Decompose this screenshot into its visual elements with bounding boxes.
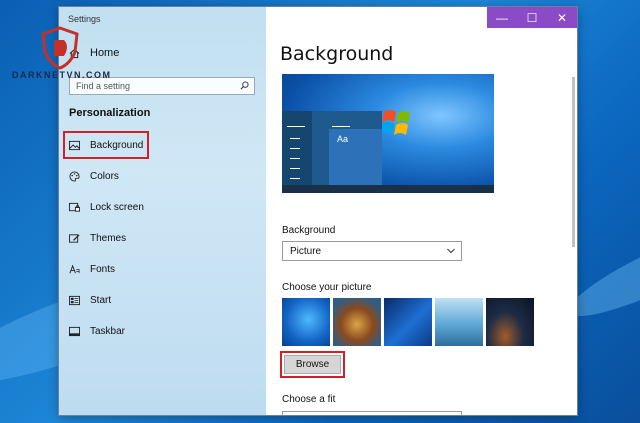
watermark: DARKNETVN.COM (12, 26, 112, 82)
picture-icon (69, 140, 80, 150)
main-content: Background Aa Background Picture Choose … (266, 7, 577, 415)
preview-tile-text: Aa (337, 134, 349, 144)
sidebar-item-background[interactable]: Background (62, 131, 150, 159)
section-title: Personalization (69, 107, 151, 119)
background-label: Background (282, 225, 336, 236)
chevron-down-icon (447, 248, 455, 254)
picture-thumbnail[interactable] (384, 298, 432, 346)
choose-picture-label: Choose your picture (282, 282, 372, 293)
picture-thumbnails (282, 298, 534, 346)
picture-thumbnail[interactable] (486, 298, 534, 346)
sidebar-item-label: Themes (90, 232, 127, 244)
scrollbar[interactable] (572, 77, 575, 247)
sidebar-item-taskbar[interactable]: Taskbar (69, 323, 125, 339)
preview-line (290, 168, 300, 169)
preview-line (290, 158, 300, 159)
picture-thumbnail[interactable] (435, 298, 483, 346)
background-preview: Aa (282, 74, 494, 193)
search-icon (240, 81, 249, 90)
choose-fit-label: Choose a fit (282, 394, 336, 405)
sidebar-item-label: Start (90, 294, 112, 306)
fit-dropdown[interactable] (282, 411, 462, 415)
preview-line (290, 178, 300, 179)
sidebar-item-fonts[interactable]: Fonts (69, 261, 115, 277)
start-icon (69, 295, 80, 305)
palette-icon (69, 170, 80, 182)
preview-line (287, 126, 305, 127)
shield-logo-icon (41, 26, 79, 70)
search-placeholder: Find a setting (76, 81, 131, 91)
windows-logo-icon (382, 110, 410, 135)
preview-tile: Aa (329, 129, 382, 185)
fonts-icon (69, 264, 80, 273)
page-title: Background (280, 43, 394, 65)
picture-thumbnail[interactable] (333, 298, 381, 346)
sidebar-item-label: Taskbar (90, 325, 126, 337)
sidebar-item-label: Background (90, 139, 144, 151)
browse-button[interactable]: Browse (280, 351, 345, 378)
settings-window: Settings Home Find a setting Personaliza… (59, 7, 577, 415)
sidebar-item-start[interactable]: Start (69, 292, 111, 308)
preview-taskbar (282, 185, 494, 193)
themes-icon (69, 233, 80, 243)
sidebar-item-lock-screen[interactable]: Lock screen (69, 199, 144, 215)
lock-screen-icon (69, 202, 80, 212)
preview-line (290, 138, 300, 139)
picture-thumbnail[interactable] (282, 298, 330, 346)
sidebar-item-label: Fonts (90, 263, 116, 275)
background-type-dropdown[interactable]: Picture (282, 241, 462, 261)
sidebar-item-label: Colors (90, 170, 119, 182)
dropdown-value: Picture (290, 246, 322, 257)
sidebar-item-themes[interactable]: Themes (69, 230, 126, 246)
sidebar-item-colors[interactable]: Colors (69, 168, 119, 184)
sidebar-item-label: Lock screen (90, 201, 144, 213)
window-title: Settings (68, 14, 101, 24)
preview-line (332, 126, 350, 127)
preview-line (290, 148, 300, 149)
watermark-text: DARKNETVN.COM (12, 70, 112, 80)
taskbar-icon (69, 326, 80, 336)
